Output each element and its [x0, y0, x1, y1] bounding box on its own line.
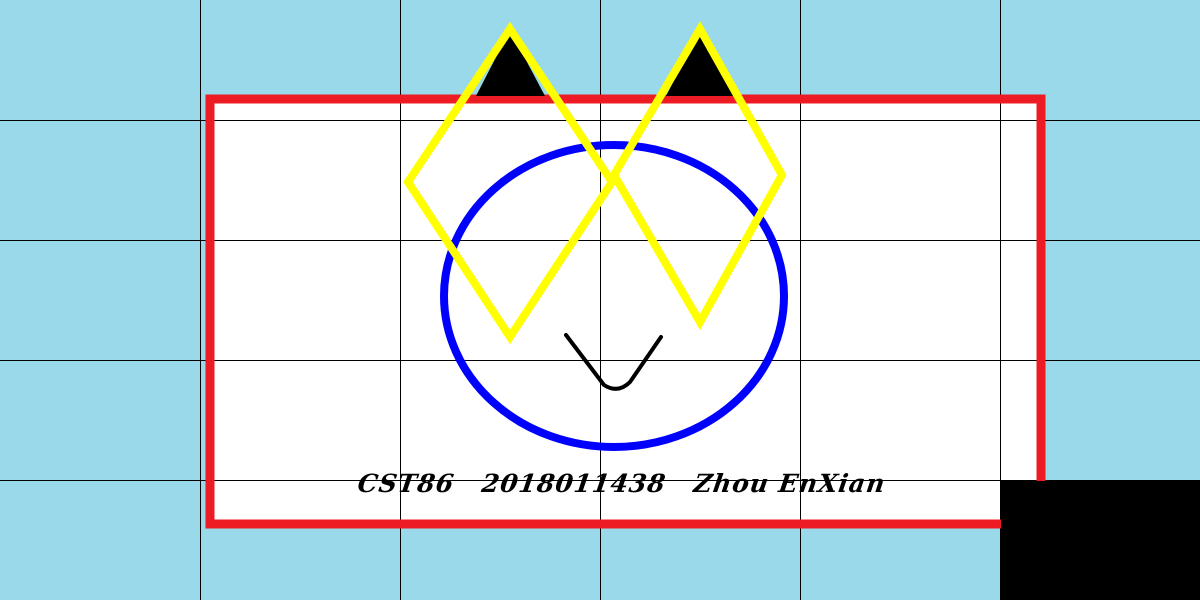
author-name: Zhou EnXian	[692, 468, 888, 498]
course-code: CST86	[356, 468, 457, 498]
author-caption: CST86 2018011438 Zhou EnXian	[0, 466, 1200, 500]
student-id: 2018011438	[480, 468, 669, 498]
scene-svg	[0, 0, 1200, 600]
drawing-canvas: CST86 2018011438 Zhou EnXian	[0, 0, 1200, 600]
frame-fill	[210, 100, 1041, 524]
